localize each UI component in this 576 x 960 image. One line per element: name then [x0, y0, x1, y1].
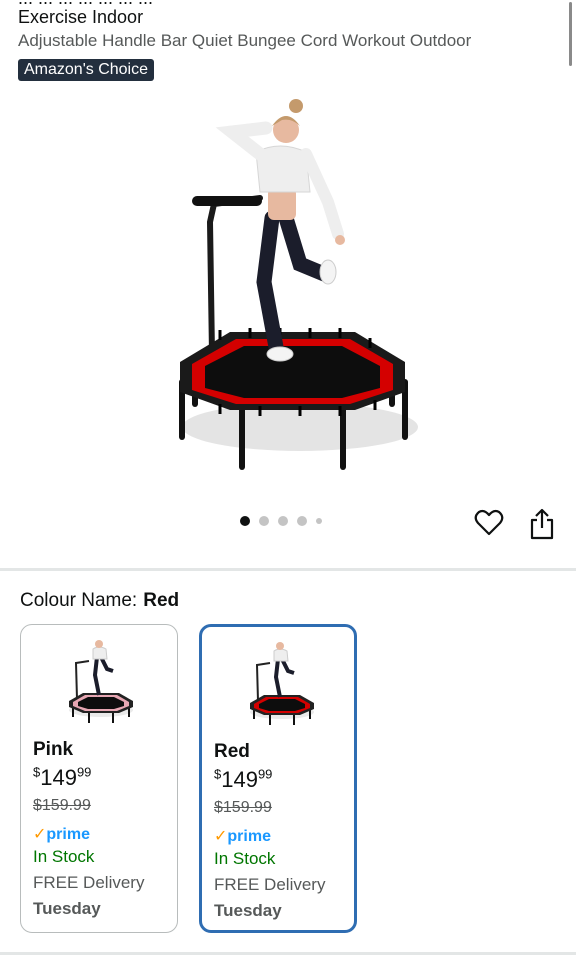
carousel-dot[interactable] — [259, 516, 269, 526]
prime-badge: ✓prime — [214, 826, 271, 846]
section-divider — [0, 952, 576, 955]
product-image[interactable] — [160, 92, 420, 477]
variant-thumbnail — [250, 642, 314, 725]
colour-name-row: Colour Name: Red — [20, 590, 179, 612]
variant-card-pink[interactable]: Pink $14999 $159.99 ✓prime In Stock FREE… — [20, 624, 178, 933]
price-whole: 149 — [40, 765, 77, 790]
share-icon[interactable] — [527, 506, 557, 540]
variant-thumbnail — [69, 640, 133, 723]
price-fraction: 99 — [76, 764, 92, 780]
scrollbar[interactable] — [569, 2, 572, 66]
heart-outline-icon[interactable] — [474, 508, 504, 538]
colour-name-value: Red — [143, 590, 180, 611]
delivery-day: Tuesday — [33, 899, 101, 918]
stock-status: In Stock — [214, 849, 276, 868]
colour-name-label: Colour Name: — [20, 590, 138, 611]
variant-name: Red — [214, 741, 250, 762]
product-subtitle: Adjustable Handle Bar Quiet Bungee Cord … — [18, 31, 472, 50]
product-title: Exercise Indoor — [18, 7, 144, 27]
prime-check-icon: ✓ — [214, 828, 228, 845]
prime-label: prime — [46, 826, 90, 843]
carousel-dot[interactable] — [297, 516, 307, 526]
price-fraction: 99 — [257, 766, 273, 782]
variant-name: Pink — [33, 739, 74, 760]
variant-card-red[interactable]: Red $14999 $159.99 ✓prime In Stock FREE … — [199, 624, 357, 933]
original-price: $159.99 — [33, 797, 91, 814]
prime-badge: ✓prime — [33, 824, 90, 844]
carousel-dot[interactable] — [240, 516, 250, 526]
stock-status: In Stock — [33, 847, 95, 866]
delivery-info: FREE Delivery — [33, 873, 145, 892]
prime-label: prime — [227, 828, 271, 845]
delivery-day: Tuesday — [214, 901, 282, 920]
carousel-dot[interactable] — [316, 518, 322, 524]
section-divider — [0, 568, 576, 571]
original-price: $159.99 — [214, 799, 272, 816]
price-whole: 149 — [221, 767, 258, 792]
image-carousel-dots[interactable] — [240, 516, 322, 526]
carousel-dot[interactable] — [278, 516, 288, 526]
prime-check-icon: ✓ — [33, 826, 47, 843]
delivery-info: FREE Delivery — [214, 875, 326, 894]
variant-price: $14999 — [214, 767, 272, 793]
variant-price: $14999 — [33, 765, 91, 791]
amazons-choice-badge: Amazon's Choice — [18, 59, 154, 81]
